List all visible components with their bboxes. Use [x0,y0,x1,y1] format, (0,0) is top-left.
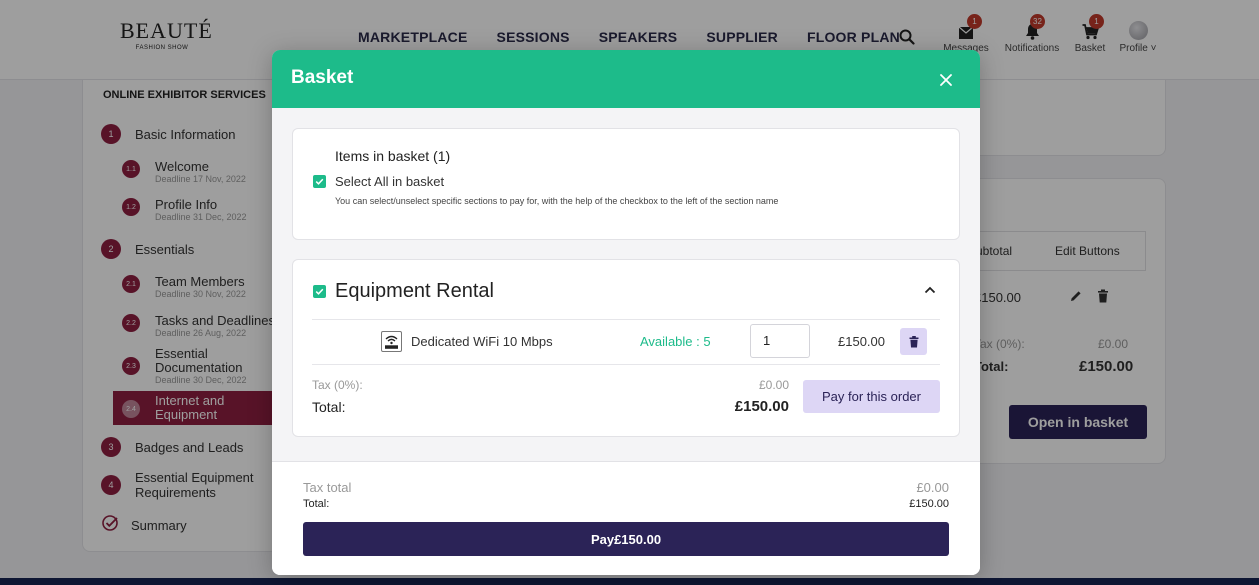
divider [312,364,940,365]
select-all-label: Select All in basket [335,174,445,189]
modal-title: Basket [291,67,354,88]
pay-button[interactable]: Pay£150.00 [303,522,949,556]
section-total-label: Total: [312,399,346,415]
quantity-input[interactable]: 1 [750,324,810,358]
bottom-strip [0,578,1259,585]
section-tax-value: £0.00 [758,378,789,392]
section-tax-label: Tax (0%): [312,378,363,392]
helper-text: You can select/unselect specific section… [335,196,779,206]
availability: Available : 5 [640,334,711,349]
equipment-rental-section: Equipment Rental Dedicated WiFi 10 Mbps … [292,259,960,437]
trash-icon [909,335,918,347]
section-title: Equipment Rental [335,280,494,302]
checkmark-icon [315,288,324,295]
wifi-product-icon [381,331,402,352]
delete-item-button[interactable] [900,328,927,355]
line-price: £150.00 [838,334,885,349]
chevron-up-icon[interactable] [923,283,937,297]
product-name: Dedicated WiFi 10 Mbps [411,334,553,349]
modal-header: Basket [272,50,980,108]
section-header[interactable]: Equipment Rental [313,280,494,303]
items-in-basket-title: Items in basket (1) [335,148,451,164]
tax-total-label: Tax total [303,480,352,495]
section-checkbox[interactable] [313,285,326,298]
modal-footer: Tax total £0.00 Total: £150.00 Pay£150.0… [272,461,980,575]
tax-total-value: £0.00 [916,480,949,495]
pay-for-order-button[interactable]: Pay for this order [803,380,940,413]
select-all-row[interactable]: Select All in basket [313,174,444,189]
basket-items-panel: Items in basket (1) Select All in basket… [292,128,960,240]
section-total-value: £150.00 [734,398,789,415]
checkmark-icon [315,178,324,185]
divider [312,319,940,320]
grand-total-label: Total: [303,498,330,510]
close-icon[interactable] [936,70,956,90]
basket-modal: Basket Items in basket (1) Select All in… [272,50,980,575]
grand-total-value: £150.00 [909,498,949,510]
select-all-checkbox[interactable] [313,175,326,188]
